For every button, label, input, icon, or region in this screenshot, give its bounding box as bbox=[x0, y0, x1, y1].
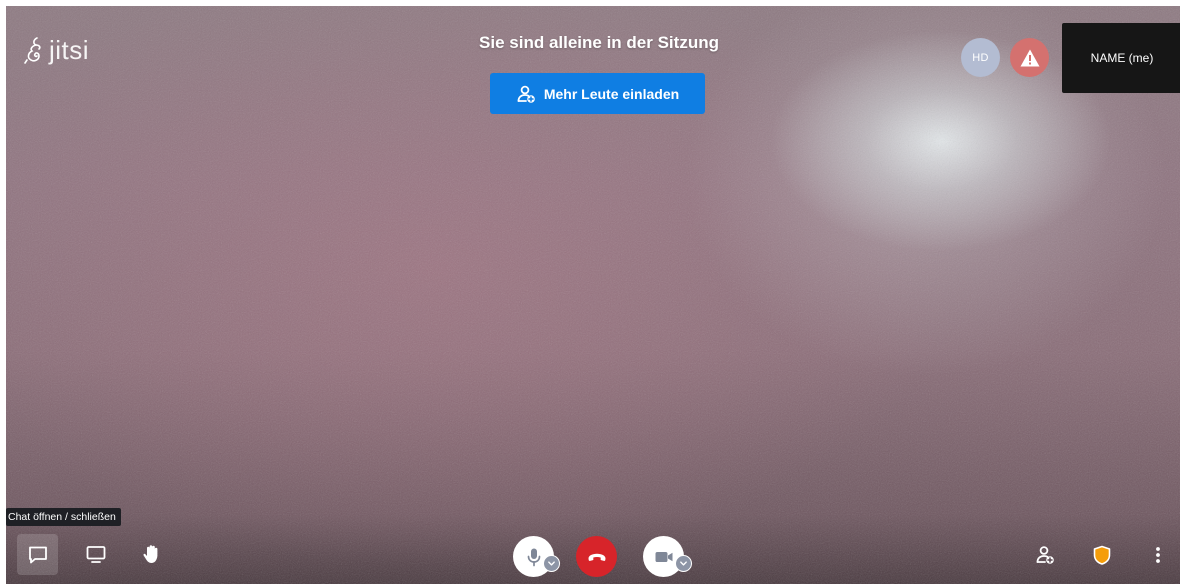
video-stage: jitsi Sie sind alleine in der Sitzung Me… bbox=[6, 6, 1180, 584]
chat-icon bbox=[28, 546, 47, 563]
security-options-button[interactable] bbox=[1087, 540, 1117, 570]
raise-hand-button[interactable] bbox=[137, 539, 167, 569]
add-person-icon bbox=[1036, 546, 1054, 564]
add-person-icon bbox=[517, 85, 535, 103]
security-shield-icon bbox=[1093, 545, 1111, 565]
microphone-icon bbox=[527, 548, 540, 566]
more-vertical-icon bbox=[1156, 547, 1160, 563]
chevron-down-icon bbox=[548, 561, 555, 566]
hangup-icon bbox=[588, 553, 605, 561]
hangup-button[interactable] bbox=[576, 536, 617, 577]
self-view-tile[interactable]: NAME (me) bbox=[1062, 23, 1180, 93]
participant-avatar[interactable]: HD bbox=[961, 38, 1000, 77]
meeting-status-title: Sie sind alleine in der Sitzung bbox=[479, 33, 719, 52]
camera-options-button[interactable] bbox=[675, 555, 692, 572]
more-actions-button[interactable] bbox=[1146, 540, 1170, 570]
chevron-down-icon bbox=[680, 561, 687, 566]
warning-icon bbox=[1020, 49, 1039, 66]
invite-button-label: Mehr Leute einladen bbox=[543, 85, 680, 102]
raise-hand-icon bbox=[143, 545, 158, 563]
chat-tooltip: Chat öffnen / schließen bbox=[6, 508, 121, 526]
warning-avatar[interactable] bbox=[1010, 38, 1049, 77]
camera-icon bbox=[655, 551, 672, 562]
microphone-options-button[interactable] bbox=[543, 555, 560, 572]
invite-toolbar-button[interactable] bbox=[1030, 540, 1060, 570]
chat-toggle-button[interactable] bbox=[17, 534, 58, 575]
self-name-label: NAME (me) bbox=[1090, 51, 1154, 65]
screen-share-icon bbox=[86, 546, 106, 563]
invite-more-people-button[interactable]: Mehr Leute einladen bbox=[490, 73, 705, 114]
screen-share-button[interactable] bbox=[81, 539, 111, 569]
